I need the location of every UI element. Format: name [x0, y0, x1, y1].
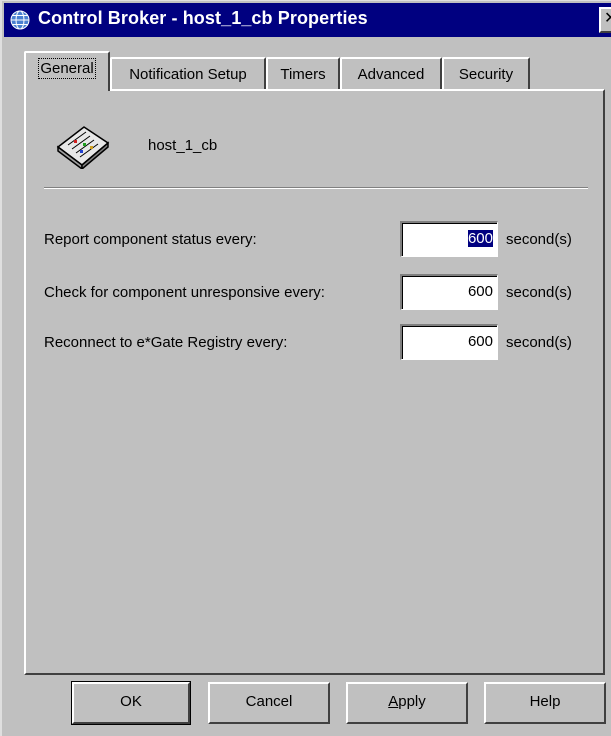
component-name: host_1_cb — [148, 137, 218, 154]
tab-general[interactable]: General — [24, 51, 110, 91]
apply-label: pply — [398, 693, 426, 710]
close-button[interactable]: ✕ — [599, 7, 611, 33]
tab-label: Advanced — [357, 66, 425, 83]
title-bar[interactable]: Control Broker - host_1_cb Properties ✕ — [4, 3, 611, 37]
ok-label: OK — [120, 693, 142, 710]
cancel-button[interactable]: Cancel — [208, 682, 330, 724]
report-status-input[interactable]: 600 — [400, 221, 498, 257]
check-unresponsive-unit: second(s) — [506, 284, 572, 301]
general-tab-panel: host_1_cb Report component status every:… — [24, 89, 605, 675]
tab-label: Timers — [280, 66, 326, 83]
control-broker-icon — [56, 126, 110, 169]
report-status-unit: second(s) — [506, 231, 572, 248]
check-unresponsive-value: 600 — [467, 283, 493, 300]
check-unresponsive-label: Check for component unresponsive every: — [44, 284, 325, 301]
cancel-label: Cancel — [245, 693, 293, 710]
reconnect-registry-input[interactable]: 600 — [400, 324, 498, 360]
apply-button[interactable]: Apply — [346, 682, 468, 724]
separator — [44, 187, 588, 189]
reconnect-registry-value: 600 — [467, 333, 493, 350]
help-label: Help — [529, 693, 561, 710]
tab-label: General — [38, 58, 96, 79]
ok-button[interactable]: OK — [71, 681, 191, 725]
tab-notification-setup[interactable]: Notification Setup — [110, 57, 266, 91]
reconnect-registry-unit: second(s) — [506, 334, 572, 351]
tab-label: Security — [458, 66, 514, 83]
window-title: Control Broker - host_1_cb Properties — [38, 8, 368, 28]
tab-timers[interactable]: Timers — [266, 57, 340, 91]
close-icon: ✕ — [604, 10, 611, 27]
tab-security[interactable]: Security — [442, 57, 530, 91]
apply-accelerator: A — [388, 693, 399, 710]
check-unresponsive-input[interactable]: 600 — [400, 274, 498, 310]
report-status-label: Report component status every: — [44, 231, 257, 248]
report-status-value: 600 — [467, 230, 493, 247]
tab-label: Notification Setup — [129, 66, 247, 83]
globe-icon — [10, 10, 30, 30]
properties-dialog: Control Broker - host_1_cb Properties ✕ … — [0, 0, 611, 736]
reconnect-registry-label: Reconnect to e*Gate Registry every: — [44, 334, 288, 351]
help-button[interactable]: Help — [484, 682, 606, 724]
tab-advanced[interactable]: Advanced — [340, 57, 442, 91]
